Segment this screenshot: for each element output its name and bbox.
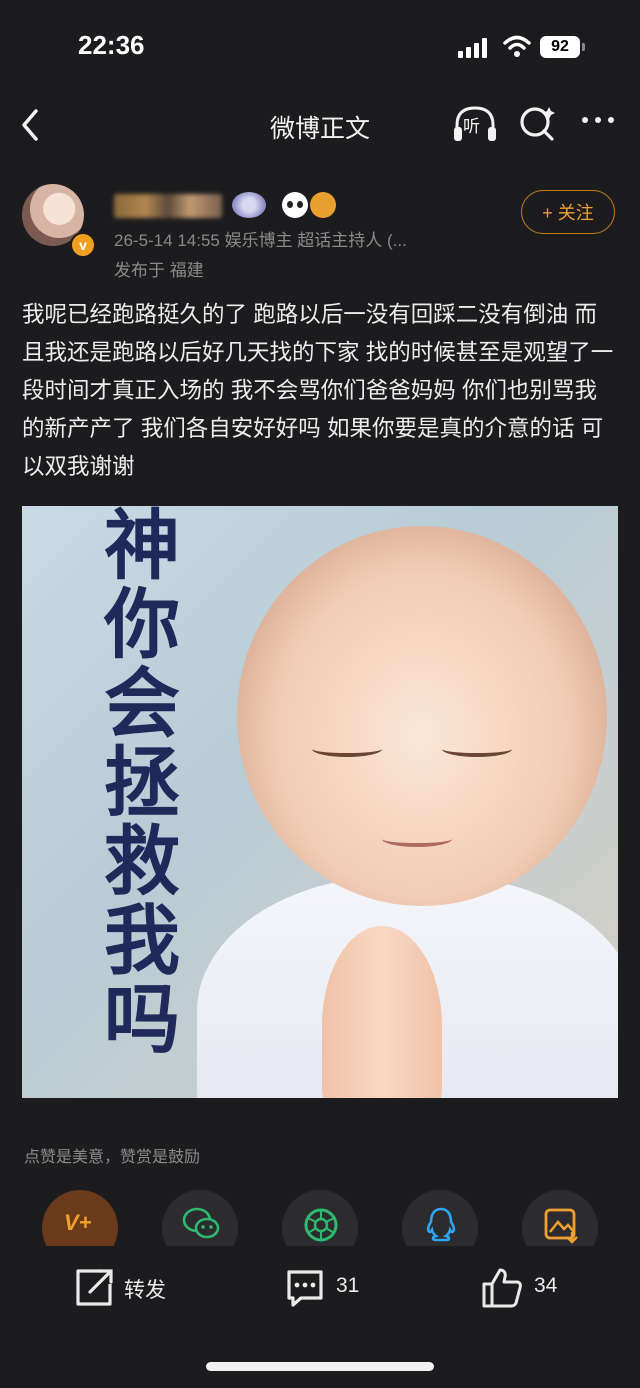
- save-image-button[interactable]: [522, 1190, 598, 1246]
- status-bar: 22:36 92: [0, 0, 640, 90]
- baby-right-eye: [442, 741, 512, 757]
- image-char: 会: [104, 659, 180, 748]
- qq-share-button[interactable]: [402, 1190, 478, 1246]
- baby-left-eye: [312, 741, 382, 757]
- battery-indicator: 92: [540, 36, 580, 58]
- more-icon[interactable]: [578, 117, 618, 129]
- post-text: 我呢已经跑路挺久的了 跑路以后一没有回踩二没有倒油 而且我还是跑路以后好几天找的…: [22, 302, 614, 479]
- signal-icon: [458, 38, 492, 58]
- image-save-icon: [544, 1208, 578, 1244]
- member-badge-icon: [232, 192, 266, 218]
- image-char: 神: [104, 506, 180, 590]
- nav-bar: 微博正文 听: [0, 95, 640, 155]
- image-caption: 神 你 会 拯 救 我 吗: [52, 506, 232, 1059]
- post-meta: 26-5-14 14:55 娱乐博主 超话主持人 (...: [114, 231, 407, 250]
- post-image[interactable]: 神 你 会 拯 救 我 吗: [22, 506, 618, 1098]
- moments-share-button[interactable]: [282, 1190, 358, 1246]
- wechat-share-button[interactable]: [162, 1190, 238, 1246]
- wifi-icon: [503, 35, 531, 57]
- vplus-button[interactable]: V+: [42, 1190, 118, 1246]
- comment-icon: [287, 1270, 323, 1307]
- post-location: 发布于 福建: [114, 261, 204, 280]
- verified-badge-icon: v: [70, 232, 96, 258]
- post-header: v 26-5-14 14:55 娱乐博主 超话主持人 (... 发布于 福建 +…: [0, 180, 640, 280]
- vplus-label: V+: [64, 1210, 92, 1235]
- listen-label: 听: [463, 117, 480, 136]
- thumbs-up-icon: [482, 1268, 522, 1308]
- image-char: 拯: [104, 738, 180, 827]
- reward-text: 点赞是美意，赞赏是鼓励: [24, 1149, 201, 1166]
- like-button[interactable]: 34: [480, 1262, 570, 1312]
- panda-badge-icon: [282, 192, 308, 218]
- bird-badge-icon: [310, 192, 336, 218]
- repost-icon: [76, 1269, 113, 1306]
- repost-label: 转发: [124, 1279, 166, 1302]
- baby-head: [237, 526, 607, 906]
- follow-button[interactable]: + 关注: [521, 190, 615, 234]
- image-char: 救: [104, 817, 180, 906]
- like-count: 34: [534, 1274, 558, 1297]
- wechat-icon: [182, 1207, 220, 1239]
- image-char: 你: [104, 580, 180, 669]
- home-indicator[interactable]: [206, 1362, 434, 1371]
- baby-mouth: [382, 831, 452, 847]
- battery-tip: [582, 43, 585, 51]
- search-icon[interactable]: [518, 105, 556, 143]
- username-redacted[interactable]: [114, 194, 222, 218]
- image-char: 我: [104, 896, 180, 985]
- qq-icon: [426, 1207, 456, 1242]
- comment-count: 31: [336, 1274, 360, 1297]
- action-bar: 转发 31 34: [0, 1262, 640, 1318]
- listen-button[interactable]: 听: [452, 103, 498, 145]
- share-row: V+: [0, 1190, 640, 1246]
- comment-button[interactable]: 31: [283, 1262, 373, 1312]
- repost-button[interactable]: 转发: [72, 1262, 182, 1312]
- camera-shutter-icon: [304, 1208, 338, 1242]
- image-char: 吗: [104, 975, 180, 1064]
- status-time: 22:36: [78, 30, 145, 60]
